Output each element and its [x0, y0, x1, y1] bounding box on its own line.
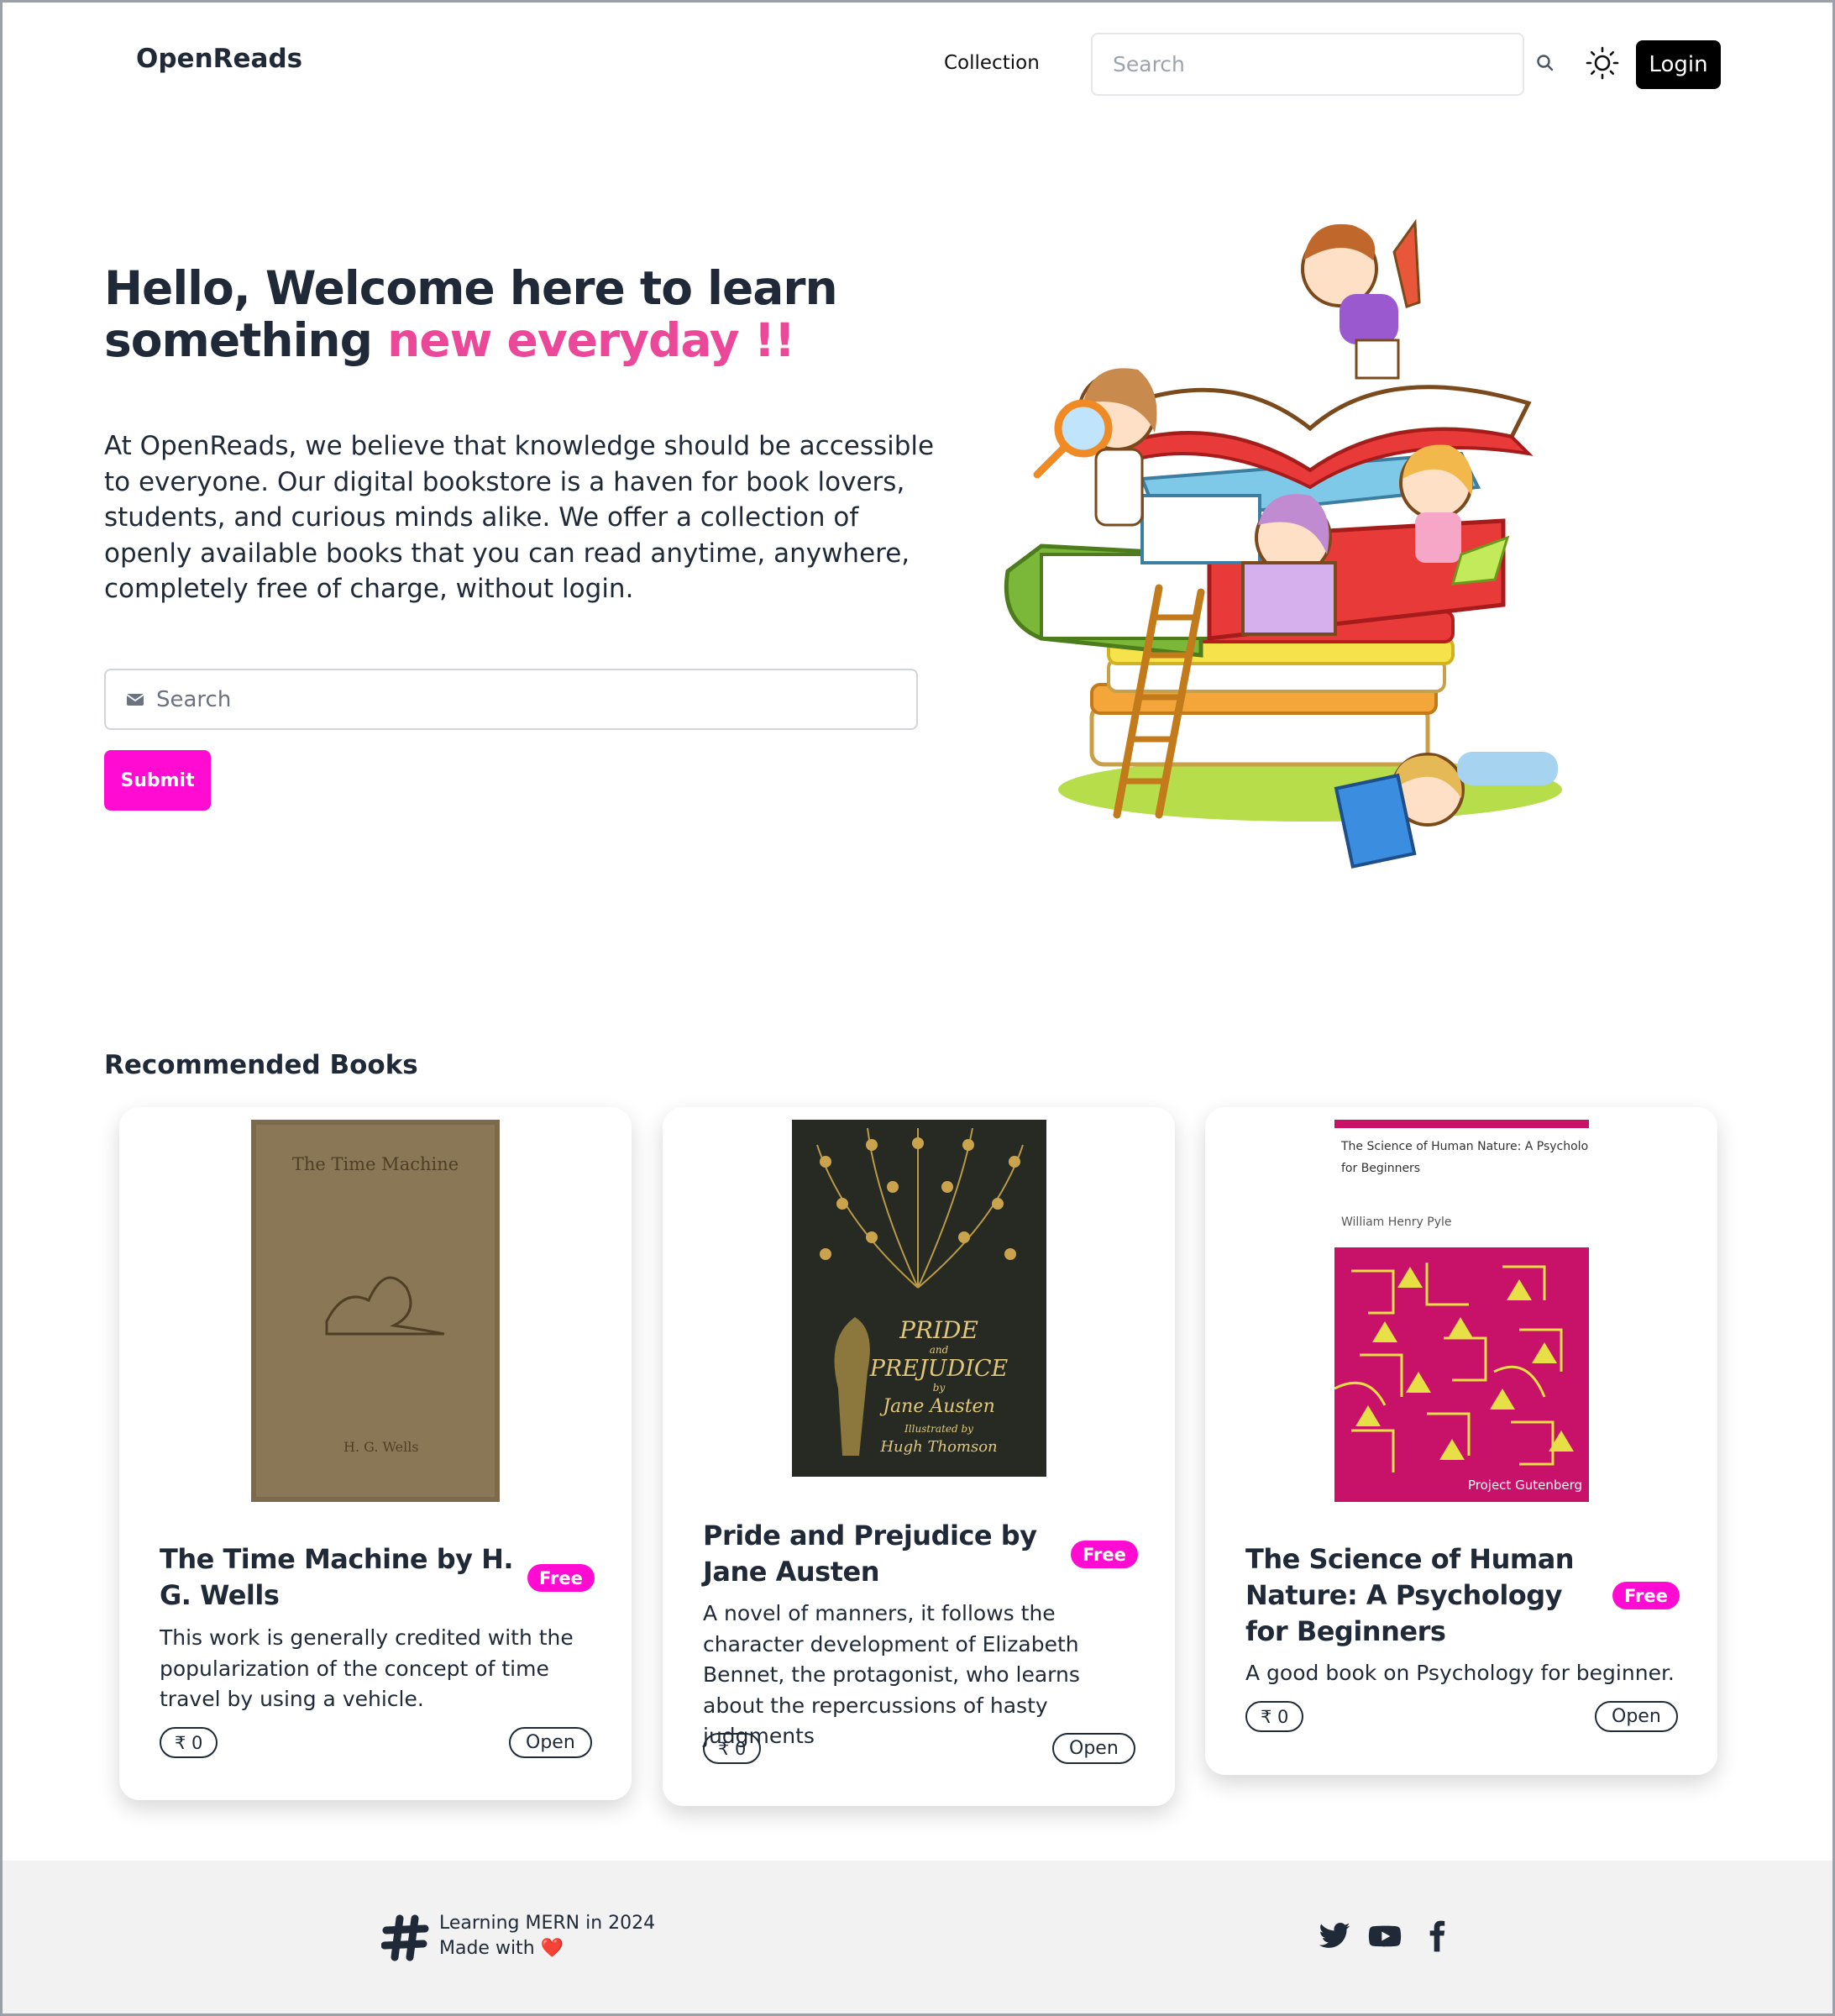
open-book-button[interactable]: Open: [1595, 1701, 1678, 1732]
footer-made-with: Made with ❤️: [439, 1938, 564, 1959]
hashtag-icon: [381, 1914, 429, 1961]
price-badge: ₹ 0: [1245, 1701, 1304, 1732]
pride-cover-line2: and: [930, 1344, 949, 1356]
science-cover-title-line2: for Beginners: [1341, 1162, 1420, 1175]
theme-toggle-sun-icon[interactable]: [1585, 45, 1620, 81]
hero-search-field[interactable]: [104, 669, 918, 730]
kids-reading-books-illustration: [1004, 218, 1562, 869]
login-button[interactable]: Login: [1636, 40, 1721, 89]
price-badge: ₹ 0: [160, 1727, 218, 1758]
book-description: A good book on Psychology for beginner.: [1245, 1661, 1675, 1685]
pride-cover-line7: Hugh Thomson: [879, 1438, 997, 1456]
footer-made-with-text: Made with: [439, 1938, 535, 1959]
hero-title: Hello, Welcome here to learn something n…: [104, 262, 961, 366]
free-badge: Free: [1612, 1582, 1680, 1609]
science-cover-title-line1: The Science of Human Nature: A Psycholog…: [1340, 1140, 1589, 1153]
science-cover-author: William Henry Pyle: [1341, 1215, 1452, 1229]
pride-cover-line6: Illustrated by: [904, 1423, 973, 1435]
science-cover-publisher: Project Gutenberg: [1468, 1478, 1582, 1493]
price-badge: ₹ 0: [703, 1733, 762, 1764]
book-title: The Time Machine by H. G. Wells: [160, 1543, 514, 1611]
book-title: Pride and Prejudice by Jane Austen: [703, 1520, 1037, 1588]
search-icon[interactable]: [1534, 52, 1556, 74]
pride-cover-line3: PREJUDICE: [869, 1356, 1009, 1382]
book-description: A novel of manners, it follows the chara…: [703, 1601, 1080, 1748]
header-search-input[interactable]: [1091, 33, 1524, 96]
submit-button[interactable]: Submit: [104, 750, 211, 811]
pride-cover-line1: PRIDE: [899, 1316, 978, 1344]
book-description: This work is generally credited with the…: [160, 1625, 574, 1711]
free-badge: Free: [527, 1564, 595, 1592]
hero-description: At OpenReads, we believe that knowledge …: [104, 431, 935, 604]
mail-icon: [126, 694, 144, 706]
site-logo[interactable]: OpenReads: [136, 44, 302, 74]
nav-collection-link[interactable]: Collection: [944, 52, 1040, 74]
footer-tagline: Learning MERN in 2024: [439, 1913, 656, 1934]
open-book-button[interactable]: Open: [1052, 1733, 1135, 1764]
book-title: The Science of Human Nature: A Psycholog…: [1245, 1543, 1575, 1647]
free-badge: Free: [1071, 1541, 1138, 1568]
open-book-button[interactable]: Open: [509, 1727, 592, 1758]
book-cover-pride-and-prejudice[interactable]: PRIDE and PREJUDICE by Jane Austen Illus…: [792, 1120, 1046, 1477]
youtube-icon[interactable]: [1368, 1919, 1402, 1953]
hero-search-input[interactable]: [156, 670, 904, 728]
book-cover-time-machine[interactable]: The Time Machine H. G. Wells: [251, 1120, 500, 1502]
time-machine-cover-title: The Time Machine: [292, 1154, 459, 1174]
recommended-books-heading: Recommended Books: [104, 1050, 418, 1080]
footer: [3, 1861, 1832, 2013]
pride-cover-line5: Jane Austen: [879, 1396, 995, 1417]
heart-icon: ❤️: [540, 1938, 564, 1959]
twitter-icon[interactable]: [1318, 1919, 1351, 1953]
facebook-icon[interactable]: [1420, 1919, 1454, 1953]
hero-title-accent: new everyday !!: [387, 313, 795, 367]
time-machine-cover-author: H. G. Wells: [343, 1439, 419, 1455]
pride-cover-line4: by: [933, 1382, 946, 1394]
book-cover-science-of-human-nature[interactable]: The Science of Human Nature: A Psycholog…: [1334, 1120, 1589, 1502]
